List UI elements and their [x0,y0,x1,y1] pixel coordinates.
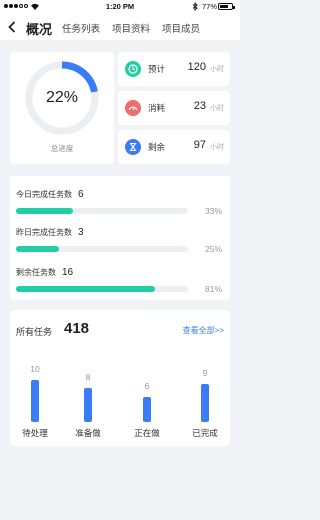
stat-icon-bg [125,61,141,77]
bar-category-label: 正在做 [134,428,160,438]
tab-project-members[interactable]: 项目成员 [162,21,200,35]
stat-unit: 小时 [210,105,224,112]
progress-percent: 25% [204,244,222,254]
progress-row-remaining: 剩余任务数 16 81% [16,262,228,294]
stat-label: 预计 [148,64,166,74]
hourglass-icon [129,142,137,152]
progress-row-yesterday: 昨日完成任务数 3 25% [16,222,228,254]
page-title: 概况 [26,22,53,37]
stat-unit: 小时 [210,66,224,73]
bar-value-label: 9 [202,368,208,379]
stat-unit: 小时 [210,144,224,151]
bluetooth-icon [192,2,198,11]
bar-group: 10 待处理 [10,352,60,446]
progress-row-today: 今日完成任务数 6 33% [16,184,228,216]
clock-icon [128,64,138,74]
bar-value-label: 10 [30,364,40,374]
battery-icon [218,3,235,10]
stat-icon-bg [125,100,141,116]
bar-value-label: 6 [144,380,150,391]
all-tasks-card: 所有任务 418 查看全部>> 10 待处理 8 准备做 6 正在做 9 已完成 [10,310,230,446]
status-bar: 1:20 PM 77% [0,0,240,14]
stat-card-estimated: 预计 120 小时 [118,52,230,86]
overall-progress-card: 22% 总进度 [10,52,114,164]
stat-label: 剩余 [148,142,166,152]
task-progress-card: 今日完成任务数 6 33% 昨日完成任务数 3 25% 剩余任务数 16 81% [10,176,230,300]
bar-group: 9 已完成 [180,352,230,446]
all-tasks-title: 所有任务 [16,327,53,337]
progress-label: 昨日完成任务数 [16,228,72,237]
bar-category-label: 待处理 [22,428,48,438]
bar [201,384,209,422]
progress-percent: 33% [204,206,222,216]
overall-percent: 22% [45,89,79,106]
stat-card-consumed: 消耗 23 小时 [118,91,230,125]
stat-label: 消耗 [148,103,166,113]
back-arrow-icon[interactable] [8,21,16,33]
stat-value: 97 [193,139,206,151]
stat-icon-bg [125,139,141,155]
progress-count: 3 [78,227,84,238]
progress-percent: 81% [204,284,222,294]
progress-count: 16 [62,267,74,278]
bar [31,380,39,422]
progress-label: 剩余任务数 [16,268,56,277]
tab-project-docs[interactable]: 项目资料 [112,21,150,35]
gauge-icon [128,106,138,111]
bar-group: 6 正在做 [122,352,172,446]
bar-category-label: 准备做 [75,428,101,438]
bar [84,388,92,422]
bar-value-label: 8 [85,372,91,383]
stat-value: 23 [193,100,206,112]
bar [143,396,151,422]
stat-value: 120 [187,61,206,73]
progress-label: 今日完成任务数 [16,190,72,199]
bar-category-label: 已完成 [192,428,218,438]
tab-task-list[interactable]: 任务列表 [62,21,100,35]
progress-track [16,208,188,214]
overall-caption: 总进度 [50,144,74,153]
progress-fill [16,208,73,214]
progress-track [16,286,188,292]
bar-group: 8 准备做 [63,352,113,446]
progress-fill [16,246,59,252]
stat-card-remaining: 剩余 97 小时 [118,130,230,164]
view-all-link[interactable]: 查看全部>> [183,325,224,336]
progress-track [16,246,188,252]
all-tasks-total: 418 [64,320,90,337]
progress-fill [16,286,156,292]
battery-percent: 77% [202,2,218,11]
progress-count: 6 [78,189,84,200]
nav-bar: 概况 任务列表 项目资料 项目成员 [0,14,240,40]
